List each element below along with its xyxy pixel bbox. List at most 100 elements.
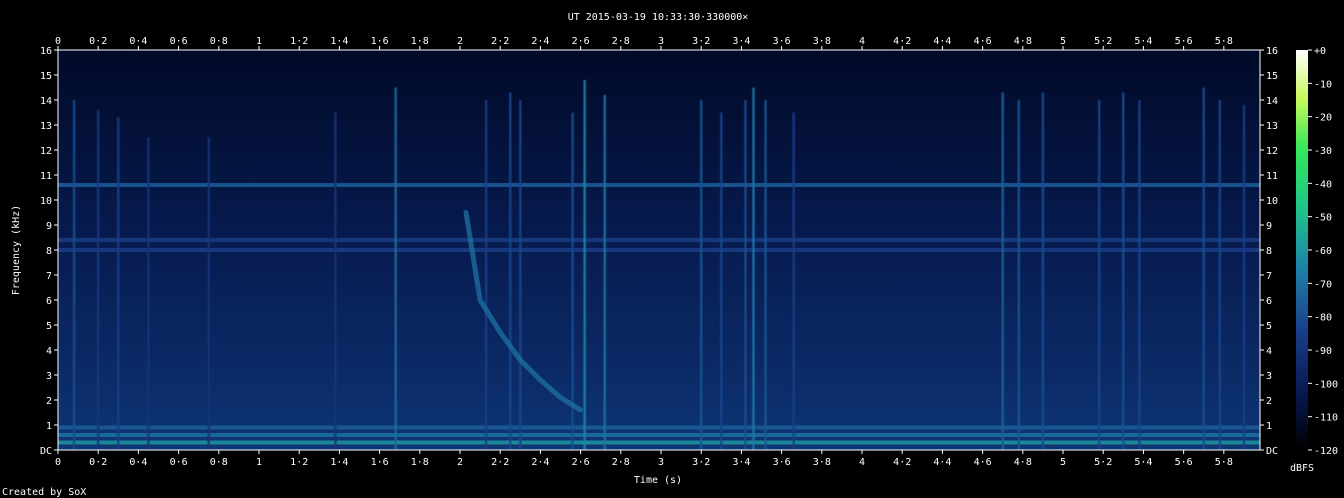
colorbar-tick-label: -60 <box>1314 246 1332 257</box>
colorbar-tick-label: -30 <box>1314 146 1332 157</box>
x-bottom-tick-label: 2·6 <box>572 457 590 468</box>
x-top-tick-label: 2 <box>457 36 463 47</box>
y-left-tick-label: 13 <box>40 121 52 132</box>
x-axis-top: 0 0·2 0·4 0·6 0·8 1 1·2 1·4 1·6 1·8 2 2·2 2·4 2·6 2·8 3… <box>55 36 1233 50</box>
x-top-tick-label: 4·4 <box>933 36 951 47</box>
x-top-tick-label: 5·6 <box>1175 36 1193 47</box>
x-bottom-tick-label: 5·6 <box>1175 457 1193 468</box>
x-bottom-tick-label: 5·4 <box>1134 457 1152 468</box>
colorbar-tick-label: -90 <box>1314 346 1332 357</box>
impulse-line <box>394 87 397 450</box>
y-left-tick-label: DC <box>40 446 52 457</box>
impulse-line <box>792 112 795 450</box>
y-axis-label: Frequency (kHz) <box>11 205 22 295</box>
y-right-tick-label: 16 <box>1266 46 1278 57</box>
footer-credit: Created by SoX <box>2 487 86 498</box>
x-bottom-tick-label: 4·8 <box>1014 457 1032 468</box>
impulse-line <box>147 137 150 450</box>
impulse-line <box>1097 100 1101 450</box>
y-right-tick-label: DC <box>1266 446 1278 457</box>
impulse-line <box>1001 92 1004 450</box>
x-top-tick-label: 4·6 <box>974 36 992 47</box>
y-right-tick-label: 9 <box>1266 221 1272 232</box>
impulse-line <box>72 100 76 450</box>
x-top-tick-label: 5·2 <box>1094 36 1112 47</box>
y-right-tick-label: 8 <box>1266 246 1272 257</box>
impulse-line <box>583 80 586 450</box>
x-top-tick-label: 1 <box>256 36 262 47</box>
hum-band <box>58 425 1260 430</box>
impulse-line <box>207 137 210 450</box>
x-bottom-tick-label: 4 <box>859 457 865 468</box>
x-bottom-tick-label: 0·6 <box>170 457 188 468</box>
impulse-line <box>117 117 120 450</box>
colorbar-gradient <box>1296 50 1308 450</box>
x-top-tick-label: 5·4 <box>1134 36 1152 47</box>
x-bottom-tick-label: 1·4 <box>330 457 348 468</box>
impulse-line <box>484 100 488 450</box>
x-top-tick-label: 0·8 <box>210 36 228 47</box>
x-bottom-tick-label: 5·8 <box>1215 457 1233 468</box>
impulse-line <box>1017 100 1020 450</box>
y-right-tick-label: 1 <box>1266 421 1272 432</box>
y-right-tick-label: 3 <box>1266 371 1272 382</box>
y-axis-left: DC12345678910111213141516 <box>40 46 58 457</box>
x-bottom-tick-label: 2·2 <box>491 457 509 468</box>
y-left-tick-label: 3 <box>46 371 52 382</box>
y-left-tick-label: 10 <box>40 196 52 207</box>
colorbar-tick-label: -40 <box>1314 179 1332 190</box>
x-top-tick-label: 5·8 <box>1215 36 1233 47</box>
y-right-tick-label: 14 <box>1266 96 1278 107</box>
colorbar-tick-label: -100 <box>1314 379 1338 390</box>
impulse-line <box>1041 92 1045 450</box>
hum-band <box>58 238 1260 242</box>
hum-band <box>58 433 1260 437</box>
colorbar-tick-label: -50 <box>1314 213 1332 224</box>
impulse-line <box>97 110 100 450</box>
impulse-line <box>334 112 337 450</box>
x-top-tick-label: 2·6 <box>572 36 590 47</box>
y-right-tick-label: 4 <box>1266 346 1272 357</box>
x-bottom-tick-label: 5 <box>1060 457 1066 468</box>
impulse-line <box>519 100 522 450</box>
y-right-tick-label: 10 <box>1266 196 1278 207</box>
x-top-tick-label: 0 <box>55 36 61 47</box>
y-left-tick-label: 1 <box>46 421 52 432</box>
x-top-tick-label: 3 <box>658 36 664 47</box>
y-left-tick-label: 15 <box>40 71 52 82</box>
x-top-tick-label: 4 <box>859 36 865 47</box>
x-top-tick-label: 1·2 <box>290 36 308 47</box>
colorbar-tick-label: -20 <box>1314 113 1332 124</box>
y-right-tick-label: 13 <box>1266 121 1278 132</box>
x-bottom-tick-label: 2 <box>457 457 463 468</box>
x-axis-bottom: 0 0·2 0·4 0·6 0·8 1 1·2 1·4 1·6 1·8 2 2·2 2·4 2·6 2·8 3… <box>55 450 1233 468</box>
colorbar-ticks: +0 -10 -20 -30 -40 -50 -60 -70 -80 -90 -100 -110 -12… <box>1308 46 1338 457</box>
x-bottom-tick-label: 3·4 <box>732 457 750 468</box>
impulse-line <box>720 112 723 450</box>
x-bottom-tick-label: 0·4 <box>129 457 147 468</box>
hum-band <box>58 440 1260 445</box>
colorbar-tick-label: -120 <box>1314 446 1338 457</box>
x-bottom-tick-label: 3·6 <box>773 457 791 468</box>
y-right-tick-label: 11 <box>1266 171 1278 182</box>
plot-area <box>57 49 1261 451</box>
y-left-tick-label: 2 <box>46 396 52 407</box>
x-bottom-tick-label: 2·8 <box>612 457 630 468</box>
x-top-tick-label: 0·4 <box>129 36 147 47</box>
colorbar-tick-label: -70 <box>1314 279 1332 290</box>
colorbar-label: dBFS <box>1290 463 1314 474</box>
x-bottom-tick-label: 0 <box>55 457 61 468</box>
x-top-tick-label: 2·4 <box>531 36 549 47</box>
x-bottom-tick-label: 0·8 <box>210 457 228 468</box>
x-top-tick-label: 3·2 <box>692 36 710 47</box>
y-left-tick-label: 12 <box>40 146 52 157</box>
impulse-line <box>1202 87 1205 450</box>
x-top-tick-label: 2·2 <box>491 36 509 47</box>
colorbar-tick-label: -110 <box>1314 413 1338 424</box>
colorbar-tick-label: +0 <box>1314 46 1326 57</box>
impulse-line <box>603 95 606 450</box>
impulse-line <box>571 112 574 450</box>
y-right-tick-label: 6 <box>1266 296 1272 307</box>
x-bottom-tick-label: 3·2 <box>692 457 710 468</box>
x-bottom-tick-label: 1·2 <box>290 457 308 468</box>
